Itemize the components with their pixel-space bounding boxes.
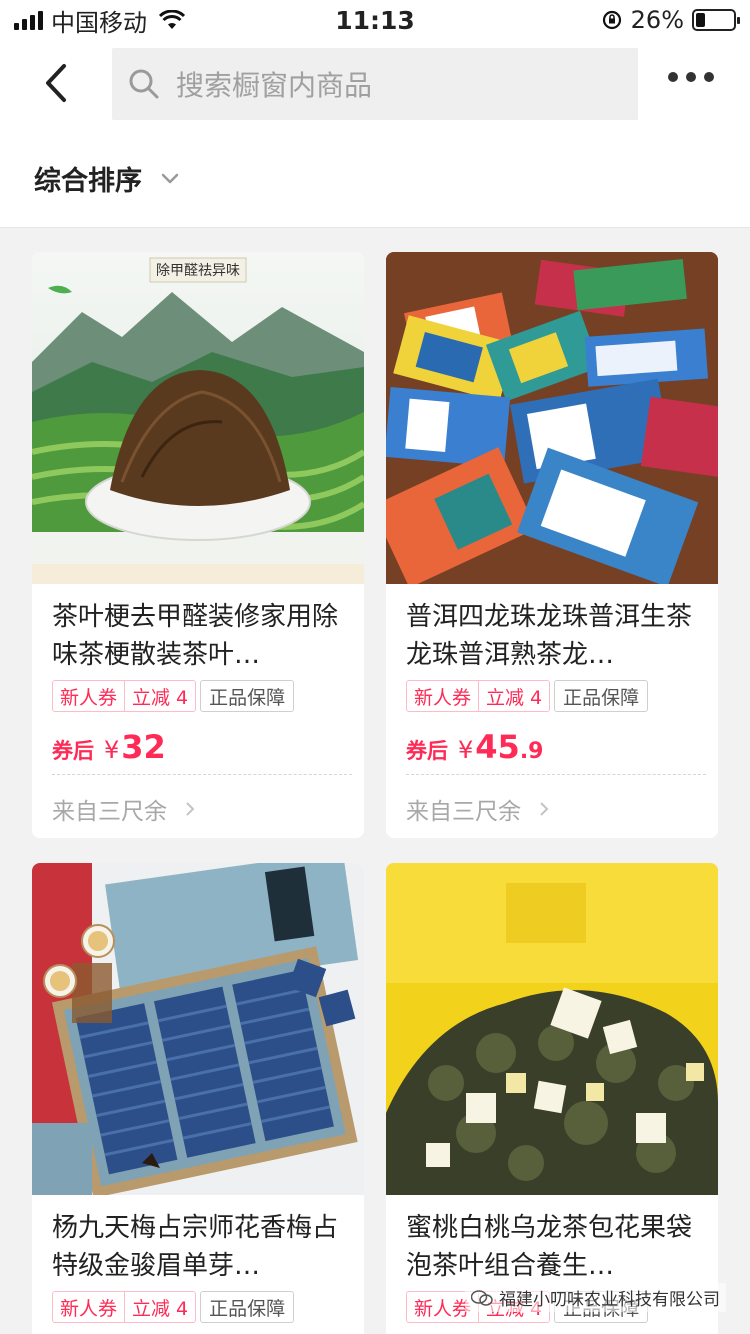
product-title[interactable]: 杨九天梅占宗师花香梅占特级金骏眉单芽…	[52, 1209, 352, 1285]
search-box[interactable]: 搜索橱窗内商品	[112, 48, 638, 120]
more-options-icon[interactable]	[668, 72, 714, 82]
source-label: 来自三尺余	[406, 799, 521, 825]
battery-fill	[696, 13, 705, 27]
price-integer: 32	[121, 728, 166, 766]
product-price: 券后 ¥ 45 .9	[406, 728, 543, 766]
product-card[interactable]: 杨九天梅占宗师花香梅占特级金骏眉单芽… 新人券 立减 4 正品保障	[32, 863, 364, 1334]
chevron-right-icon	[540, 802, 549, 816]
price-integer: 45	[475, 728, 520, 766]
product-card[interactable]: 蜜桃白桃乌龙茶包花果袋泡茶叶组合養生… 新人券 立减 4 正品保障	[386, 863, 718, 1334]
promo-tags: 新人券 立减 4 正品保障	[406, 680, 649, 712]
image-caption: 除甲醛祛异味	[156, 263, 240, 279]
product-title[interactable]: 普洱四龙珠龙珠普洱生茶龙珠普洱熟茶龙…	[406, 598, 706, 674]
guarantee-tag: 正品保障	[554, 680, 649, 712]
product-image[interactable]: 除甲醛祛异味	[32, 252, 364, 584]
wechat-icon	[471, 1289, 493, 1306]
coupon-new-label: 新人券	[60, 686, 118, 709]
price-prefix: 券后	[52, 739, 94, 763]
battery-percent: 26%	[630, 6, 684, 34]
search-icon	[129, 69, 159, 99]
product-card[interactable]: 除甲醛祛异味 茶叶梗去甲醛装修家用除味茶梗散装茶叶… 新人券 立减 4 正品保障…	[32, 252, 364, 838]
product-card[interactable]: 普洱四龙珠龙珠普洱生茶龙珠普洱熟茶龙… 新人券 立减 4 正品保障 券后 ¥ 4…	[386, 252, 718, 838]
promo-tags: 新人券 立减 4 正品保障	[52, 680, 295, 712]
coupon-off-label: 立减 4	[132, 1297, 189, 1320]
chevron-down-icon	[161, 173, 179, 183]
coupon-tag: 新人券 立减 4	[52, 1291, 197, 1323]
price-prefix: 券后	[406, 739, 448, 763]
coupon-new-label: 新人券	[414, 686, 472, 709]
dashed-divider	[406, 774, 706, 775]
watermark-text: 福建小叨味农业科技有限公司	[499, 1290, 720, 1310]
status-bar: 中国移动 11:13 26%	[0, 0, 750, 40]
coupon-off-label: 立减 4	[486, 686, 543, 709]
coupon-tag: 新人券 立减 4	[406, 680, 551, 712]
sort-label: 综合排序	[34, 166, 142, 197]
top-nav: 搜索橱窗内商品	[0, 40, 750, 130]
search-placeholder: 搜索橱窗内商品	[176, 69, 373, 102]
price-currency: ¥	[458, 736, 474, 764]
product-title[interactable]: 茶叶梗去甲醛装修家用除味茶梗散装茶叶…	[52, 598, 352, 674]
price-decimal: .9	[519, 739, 544, 764]
watermark: 福建小叨味农业科技有限公司	[465, 1283, 726, 1312]
chevron-right-icon	[186, 802, 195, 816]
guarantee-tag: 正品保障	[200, 1291, 295, 1323]
product-image[interactable]	[386, 252, 718, 584]
coupon-off-label: 立减 4	[132, 686, 189, 709]
price-currency: ¥	[104, 736, 120, 764]
back-arrow-icon[interactable]	[36, 58, 76, 108]
product-title[interactable]: 蜜桃白桃乌龙茶包花果袋泡茶叶组合養生…	[406, 1209, 706, 1285]
sort-dropdown[interactable]: 综合排序	[0, 130, 750, 228]
product-image[interactable]	[386, 863, 718, 1195]
dashed-divider	[52, 774, 352, 775]
battery-icon	[692, 9, 740, 31]
source-label: 来自三尺余	[52, 799, 167, 825]
rotation-lock-icon	[602, 10, 621, 30]
coupon-tag: 新人券 立减 4	[52, 680, 197, 712]
source-link[interactable]: 来自三尺余	[406, 792, 549, 826]
coupon-new-label: 新人券	[60, 1297, 118, 1320]
promo-tags: 新人券 立减 4 正品保障	[52, 1291, 295, 1323]
guarantee-tag: 正品保障	[200, 680, 295, 712]
product-image[interactable]	[32, 863, 364, 1195]
source-link[interactable]: 来自三尺余	[52, 792, 195, 826]
product-price: 券后 ¥ 32	[52, 728, 166, 766]
